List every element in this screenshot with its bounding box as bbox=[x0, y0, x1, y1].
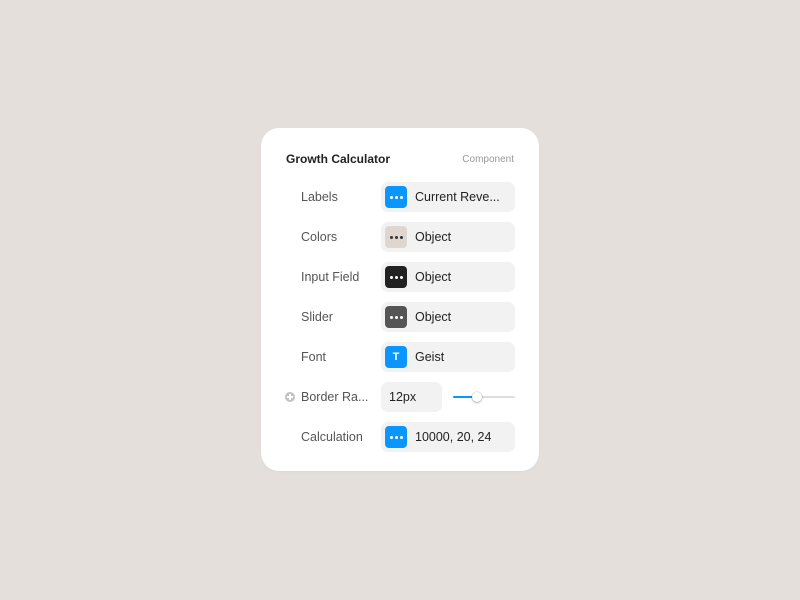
border-radius-slider[interactable] bbox=[453, 390, 515, 404]
field-value: Object bbox=[415, 310, 452, 324]
object-swatch-icon bbox=[385, 186, 407, 208]
object-swatch-icon bbox=[385, 306, 407, 328]
property-row-border-radius: Border Ra... 12px bbox=[261, 382, 539, 412]
border-radius-input[interactable]: 12px bbox=[381, 382, 442, 412]
property-label: Input Field bbox=[301, 270, 360, 284]
calculation-value-field[interactable]: 10000, 20, 24 bbox=[381, 422, 515, 452]
property-label: Slider bbox=[301, 310, 333, 324]
property-row-slider: Slider Object bbox=[261, 302, 539, 332]
object-swatch-icon bbox=[385, 266, 407, 288]
slider-thumb[interactable] bbox=[472, 392, 482, 402]
slider-value-field[interactable]: Object bbox=[381, 302, 515, 332]
component-kind-label: Component bbox=[462, 153, 514, 165]
font-value-field[interactable]: T Geist bbox=[381, 342, 515, 372]
dots-icon bbox=[389, 275, 403, 279]
font-glyph: T bbox=[392, 350, 400, 363]
property-label: Border Ra... bbox=[301, 390, 369, 404]
property-label: Labels bbox=[301, 190, 338, 204]
property-row-labels: Labels Current Reve... bbox=[261, 182, 539, 212]
object-swatch-icon bbox=[385, 426, 407, 448]
dots-icon bbox=[389, 195, 403, 199]
dots-icon bbox=[389, 235, 403, 239]
labels-value-field[interactable]: Current Reve... bbox=[381, 182, 515, 212]
panel-title: Growth Calculator bbox=[286, 152, 391, 166]
property-label: Colors bbox=[301, 230, 338, 244]
font-icon: T bbox=[385, 346, 407, 368]
input-field-value-field[interactable]: Object bbox=[381, 262, 515, 292]
property-label: Calculation bbox=[301, 430, 363, 444]
field-value: Object bbox=[415, 230, 452, 244]
field-value: 10000, 20, 24 bbox=[415, 430, 492, 444]
field-value: Current Reve... bbox=[415, 190, 500, 204]
field-value: Geist bbox=[415, 350, 445, 364]
dots-icon bbox=[389, 435, 403, 439]
property-row-colors: Colors Object bbox=[261, 222, 539, 252]
property-label: Font bbox=[301, 350, 327, 364]
property-panel: Growth Calculator Component Labels Curre… bbox=[261, 128, 539, 471]
dots-icon bbox=[389, 315, 403, 319]
add-icon[interactable] bbox=[285, 392, 295, 402]
property-row-input-field: Input Field Object bbox=[261, 262, 539, 292]
field-value: Object bbox=[415, 270, 452, 284]
property-row-font: Font T Geist bbox=[261, 342, 539, 372]
property-row-calculation: Calculation 10000, 20, 24 bbox=[261, 422, 539, 452]
object-swatch-icon bbox=[385, 226, 407, 248]
panel-header: Growth Calculator Component bbox=[286, 152, 514, 166]
colors-value-field[interactable]: Object bbox=[381, 222, 515, 252]
